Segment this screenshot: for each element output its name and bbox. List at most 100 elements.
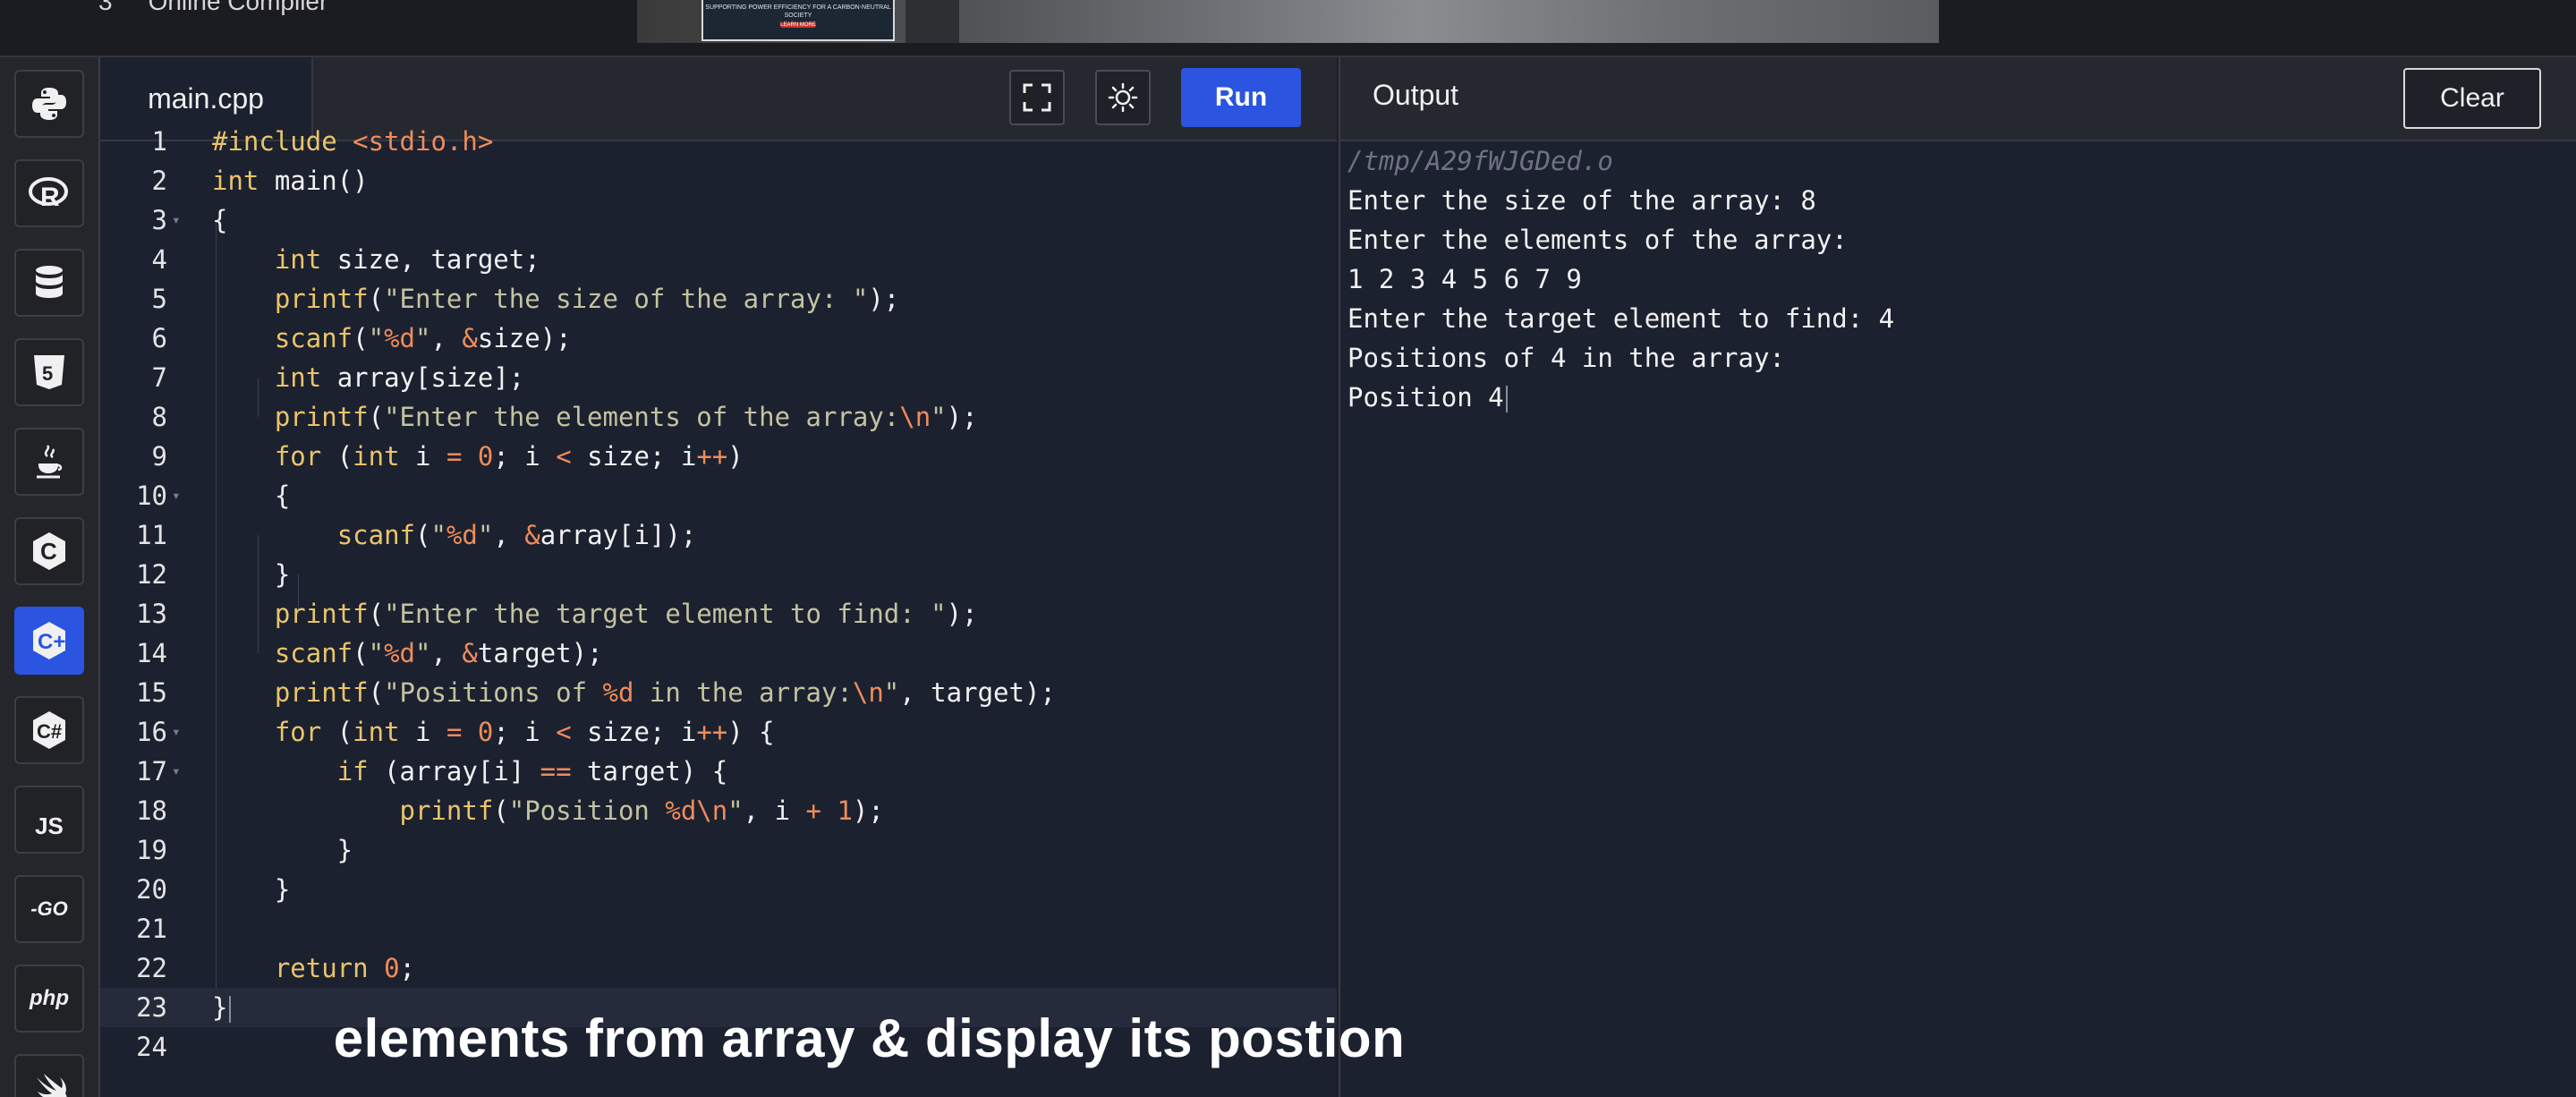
code-line: 21 bbox=[100, 909, 1337, 948]
code-line: 22 return 0; bbox=[100, 948, 1337, 988]
output-header: Output Clear bbox=[1340, 57, 2576, 141]
code-line: 20 } bbox=[100, 870, 1337, 909]
output-line: Enter the target element to find: 4 bbox=[1348, 303, 1895, 334]
code-line: 15 printf("Positions of %d in the array:… bbox=[100, 673, 1337, 712]
code-text: { bbox=[212, 480, 291, 511]
fold-arrow-icon[interactable]: ▾ bbox=[172, 476, 184, 515]
output-console[interactable]: /tmp/A29fWJGDed.o Enter the size of the … bbox=[1348, 141, 1894, 417]
line-number: 10 bbox=[136, 480, 167, 511]
fold-arrow-icon[interactable]: ▾ bbox=[172, 712, 184, 752]
fold-arrow-icon[interactable]: ▾ bbox=[172, 752, 184, 791]
code-line: 11 scanf("%d", &array[i]); bbox=[100, 515, 1337, 555]
line-number: 3 bbox=[151, 205, 167, 235]
r-icon-label: R bbox=[40, 183, 60, 211]
code-line: 6 scanf("%d", &size); bbox=[100, 319, 1337, 358]
site-name: Online Compiler bbox=[148, 0, 328, 15]
code-text: scanf("%d", &target); bbox=[274, 638, 603, 668]
code-line: 2 int main() bbox=[100, 161, 1337, 200]
cpp-icon[interactable]: C+ bbox=[14, 607, 84, 675]
code-line: 13 printf("Enter the target element to f… bbox=[100, 594, 1337, 634]
line-number: 13 bbox=[136, 599, 167, 629]
clear-button[interactable]: Clear bbox=[2403, 68, 2541, 129]
code-line: 8 printf("Enter the elements of the arra… bbox=[100, 397, 1337, 437]
line-number: 14 bbox=[136, 638, 167, 668]
line-number: 19 bbox=[136, 835, 167, 865]
c-icon[interactable]: C bbox=[14, 517, 84, 585]
code-text: for (int i = 0; i < size; i++) bbox=[274, 441, 744, 472]
ad-thumbnail[interactable]: SUPPORTING POWER EFFICIENCY FOR A CARBON… bbox=[701, 0, 895, 41]
output-line-last: Position 4 bbox=[1348, 378, 1894, 417]
code-text: printf("Position %d\n", i + 1); bbox=[399, 795, 884, 826]
ad-text: SUPPORTING POWER EFFICIENCY FOR A CARBON… bbox=[705, 4, 891, 19]
output-caret bbox=[1505, 386, 1508, 412]
database-icon[interactable] bbox=[14, 249, 84, 317]
code-text: scanf("%d", &size); bbox=[274, 323, 572, 353]
c-icon-label: C bbox=[40, 538, 57, 565]
java-icon[interactable] bbox=[14, 428, 84, 496]
ad-cta[interactable]: LEARN MORE bbox=[780, 22, 816, 28]
line-number: 8 bbox=[151, 402, 167, 432]
line-number: 15 bbox=[136, 677, 167, 708]
code-text: printf("Enter the size of the array: "); bbox=[274, 284, 900, 314]
r-icon[interactable]: R bbox=[14, 159, 84, 227]
code-editor-panel: main.cpp Run 1 #include <stdio.h> 2 int ma… bbox=[100, 57, 1337, 1097]
code-line: 12 } bbox=[100, 555, 1337, 594]
output-path: /tmp/A29fWJGDed.o bbox=[1348, 146, 1613, 176]
line-number: 11 bbox=[136, 520, 167, 550]
line-number: 6 bbox=[151, 323, 167, 353]
code-line: 5 printf("Enter the size of the array: "… bbox=[100, 279, 1337, 319]
line-number: 1 bbox=[151, 126, 167, 157]
go-icon[interactable]: -GO bbox=[14, 875, 84, 943]
code-text: } bbox=[212, 835, 353, 865]
output-line: Positions of 4 in the array: bbox=[1348, 343, 1785, 373]
code-text: scanf("%d", &array[i]); bbox=[336, 520, 697, 550]
code-area[interactable]: 1 #include <stdio.h> 2 int main() 3 ▾{ 4 in… bbox=[100, 126, 1337, 1097]
go-icon-label: -GO bbox=[30, 897, 68, 920]
site-title[interactable]: 3 Online Compiler bbox=[98, 0, 327, 16]
js-icon[interactable]: JS bbox=[14, 786, 84, 854]
output-title: Output bbox=[1373, 79, 1459, 111]
run-button[interactable]: Run bbox=[1181, 68, 1301, 127]
code-text: return 0; bbox=[274, 953, 416, 983]
sun-icon[interactable] bbox=[1095, 70, 1151, 125]
code-text: #include <stdio.h> bbox=[212, 126, 494, 157]
python-icon[interactable] bbox=[14, 70, 84, 138]
language-sidebar: R 5 C C+ C# JS -GO php bbox=[0, 57, 100, 1097]
line-number: 5 bbox=[151, 284, 167, 314]
code-line: 14 scanf("%d", &target); bbox=[100, 634, 1337, 673]
code-text: for (int i = 0; i < size; i++) { bbox=[274, 717, 775, 747]
cpp-icon-label: C+ bbox=[38, 630, 65, 654]
line-number: 7 bbox=[151, 362, 167, 393]
html5-icon[interactable]: 5 bbox=[14, 338, 84, 406]
code-line: 18 printf("Position %d\n", i + 1); bbox=[100, 791, 1337, 830]
line-number: 17 bbox=[136, 756, 167, 787]
fullscreen-icon[interactable] bbox=[1009, 70, 1065, 125]
csharp-icon-label: C# bbox=[37, 720, 62, 743]
code-text: } bbox=[212, 874, 291, 905]
code-text: int array[size]; bbox=[274, 362, 525, 393]
line-number: 20 bbox=[136, 874, 167, 905]
video-caption: elements from array & display its postio… bbox=[0, 1008, 2157, 1069]
line-number: 4 bbox=[151, 244, 167, 275]
code-line: 7 int array[size]; bbox=[100, 358, 1337, 397]
line-number: 22 bbox=[136, 953, 167, 983]
line-number: 16 bbox=[136, 717, 167, 747]
code-line: 10 ▾ { bbox=[100, 476, 1337, 515]
ad-banner[interactable]: SUPPORTING POWER EFFICIENCY FOR A CARBON… bbox=[637, 0, 1939, 43]
code-text: int size, target; bbox=[274, 244, 540, 275]
code-line: 17 ▾ if (array[i] == target) { bbox=[100, 752, 1337, 791]
fold-arrow-icon[interactable]: ▾ bbox=[172, 200, 184, 240]
csharp-icon[interactable]: C# bbox=[14, 696, 84, 764]
code-line: 4 int size, target; bbox=[100, 240, 1337, 279]
output-panel: Output Clear /tmp/A29fWJGDed.o Enter the… bbox=[1339, 57, 2576, 1097]
site-number: 3 bbox=[98, 0, 113, 15]
code-text: printf("Enter the target element to find… bbox=[274, 599, 978, 629]
html5-icon-label: 5 bbox=[42, 362, 53, 385]
code-line: 3 ▾ { bbox=[100, 200, 1337, 240]
code-text: { bbox=[212, 205, 228, 235]
line-number: 18 bbox=[136, 795, 167, 826]
line-number: 2 bbox=[151, 166, 167, 196]
output-line-text: Position 4 bbox=[1348, 382, 1504, 412]
code-line: 19 } bbox=[100, 830, 1337, 870]
code-line: 1 #include <stdio.h> bbox=[100, 122, 1337, 161]
